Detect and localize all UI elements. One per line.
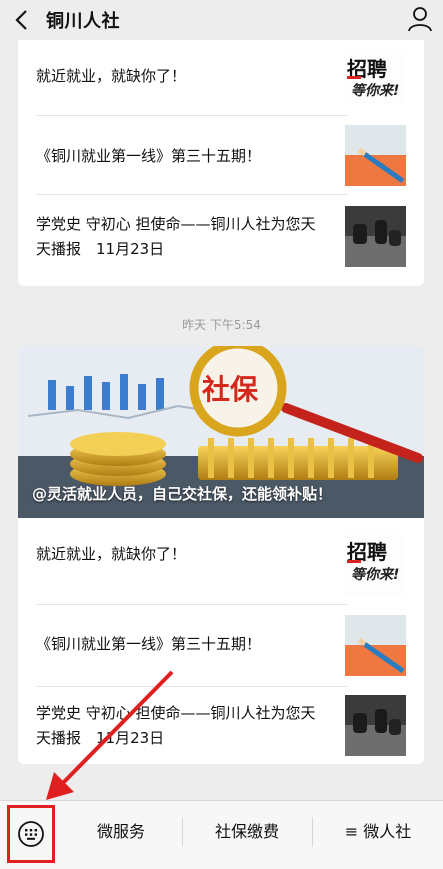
article-item[interactable]: 学党史 守初心 担使命——铜川人社为您天天播报 11月23日 [18, 687, 424, 764]
hero-caption: @灵活就业人员，自己交社保，还能领补贴！ [32, 485, 333, 503]
article-title: 就近就业，就缺你了！ [36, 545, 187, 563]
hero-badge-text: 社保 [202, 373, 259, 406]
article-item[interactable]: 学党史 守初心 担使命——铜川人社为您天天播报 11月23日 [18, 195, 424, 286]
user-profile-icon[interactable] [407, 6, 433, 32]
back-icon[interactable] [14, 9, 30, 31]
keyboard-toggle-button[interactable] [7, 805, 55, 863]
article-title: 就近就业，就缺你了！ [36, 67, 187, 85]
pencil-thumbnail [345, 615, 406, 676]
menu-micro-service[interactable]: 微服务 [62, 801, 180, 863]
hero-article-banner[interactable]: 社保 @灵活就业人员，自己交社保，还能领补贴！ [18, 346, 424, 518]
keyboard-icon [18, 821, 44, 847]
message-timestamp: 昨天 下午5:54 [182, 318, 261, 332]
article-title: 学党史 守初心 担使命——铜川人社为您天天播报 11月23日 [36, 215, 316, 258]
menu-separator [312, 817, 313, 847]
article-title: 学党史 守初心 担使命——铜川人社为您天天播报 11月23日 [36, 704, 316, 747]
top-bar: 铜川人社 [0, 0, 443, 40]
history-thumbnail [345, 206, 406, 267]
page-title: 铜川人社 [46, 11, 120, 32]
article-item[interactable]: 《铜川就业第一线》第三十五期！ [18, 605, 424, 686]
article-title: 《铜川就业第一线》第三十五期！ [36, 635, 262, 653]
article-item[interactable]: 《铜川就业第一线》第三十五期！ [18, 116, 424, 194]
article-item[interactable]: 就近就业，就缺你了！ 招聘 等你来! [18, 518, 424, 595]
bottom-menu-bar: 微服务 社保缴费 ≡ 微人社 [0, 800, 443, 869]
pencil-thumbnail [345, 125, 406, 186]
menu-separator [182, 817, 183, 847]
recruitment-thumbnail: 招聘 等你来! [345, 534, 406, 595]
menu-wei-renshe[interactable]: ≡ 微人社 [314, 801, 442, 863]
article-card-latest: 社保 @灵活就业人员，自己交社保，还能领补贴！ 就近就业，就缺你了！ 招聘 等你… [18, 346, 424, 764]
menu-social-insurance-payment[interactable]: 社保缴费 [184, 801, 310, 863]
history-thumbnail [345, 695, 406, 756]
recruitment-thumbnail: 招聘 等你来! [345, 43, 406, 106]
article-title: 《铜川就业第一线》第三十五期！ [36, 147, 262, 165]
article-item[interactable]: 就近就业，就缺你了！ 招聘 等你来! [18, 40, 424, 115]
article-card-previous: 就近就业，就缺你了！ 招聘 等你来! 《铜川就业第一线》第三十五期！ 学党史 守… [18, 40, 424, 286]
